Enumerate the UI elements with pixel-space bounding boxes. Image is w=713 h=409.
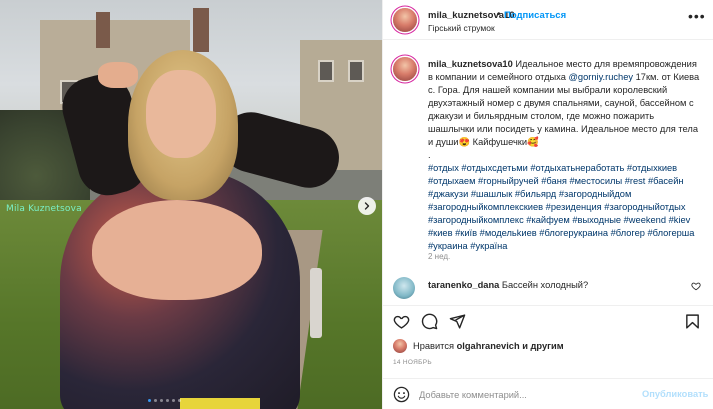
commenter-avatar[interactable] [393,277,415,299]
post-caption: mila_kuznetsova10 Идеальное место для вр… [428,58,703,253]
carousel-dot [172,399,175,402]
comment: taranenko_dana Бассейн холодный? [428,280,588,290]
post-header: mila_kuznetsova10 • Подписаться Гірський… [383,0,713,40]
header-separator: • [497,9,501,20]
share-icon [449,314,466,329]
carousel-dot [178,399,181,402]
comments-section[interactable]: mila_kuznetsova10 Идеальное место для вр… [383,41,713,305]
more-options-icon[interactable]: ••• [688,8,706,24]
post-photo[interactable]: Mila Kuznetsova [0,0,382,409]
carousel-dots [148,399,181,402]
share-button[interactable] [449,313,466,330]
caption-hashtags[interactable]: #отдых #отдыхсдетьми #отдыхатьнеработать… [428,162,703,253]
follow-button[interactable]: Подписаться [504,10,566,21]
liker-username[interactable]: olgahranevich [457,341,520,351]
photo-lamp-post [310,268,322,338]
photo-window [348,60,364,82]
photo-skirt [180,398,260,409]
save-button[interactable] [684,313,701,330]
photo-person-hand [98,62,138,88]
photo-watermark: Mila Kuznetsova [6,204,82,214]
caption-mention[interactable]: @gorniy.ruchey [568,72,633,82]
comment-text: Бассейн холодный? [501,280,589,290]
next-slide-button[interactable] [358,197,376,215]
caption-dot: . [428,150,431,160]
carousel-dot [166,399,169,402]
photo-person-chest [92,200,262,300]
add-comment-bar: Опубликовать [383,378,713,409]
photo-person-face [146,70,216,158]
emoji-icon[interactable] [393,386,410,403]
post-date[interactable]: 14 НОЯБРЬ [393,359,432,366]
photo-window [318,60,334,82]
photo-chimney [96,12,110,48]
carousel-dot [160,399,163,402]
author-username[interactable]: mila_kuznetsova10 [428,10,515,21]
post-side-panel: mila_kuznetsova10 • Подписаться Гірський… [382,0,713,409]
comment-icon [421,313,438,330]
bookmark-icon [686,314,699,329]
post-time[interactable]: 2 нед. [428,252,450,261]
post-location[interactable]: Гірський струмок [428,23,495,33]
post-actions [383,305,713,335]
comment-like-icon[interactable] [691,281,701,291]
caption-author-avatar[interactable] [393,57,417,81]
likes-suffix[interactable]: и другим [520,341,563,351]
caption-text-continued: 17км. от Киева с. Гора. Для нашей компан… [428,72,700,147]
heart-icon [393,315,410,329]
carousel-dot [154,399,157,402]
author-avatar[interactable] [393,8,417,32]
photo-chimney [193,8,209,52]
likes-prefix: Нравится [413,341,457,351]
liker-avatar[interactable] [393,339,407,353]
likes-text: Нравится olgahranevich и другим [413,341,564,351]
comment-username[interactable]: taranenko_dana [428,280,499,290]
likes-row[interactable]: Нравится olgahranevich и другим [393,338,564,354]
comment-button[interactable] [421,313,438,330]
add-comment-input[interactable] [419,386,639,403]
carousel-dot [148,399,151,402]
chevron-right-icon [364,202,370,210]
caption-username[interactable]: mila_kuznetsova10 [428,59,513,69]
like-button[interactable] [393,313,410,330]
instagram-post: Mila Kuznetsova mila_kuznetsova10 • Подп… [0,0,713,409]
publish-button[interactable]: Опубликовать [642,389,708,399]
